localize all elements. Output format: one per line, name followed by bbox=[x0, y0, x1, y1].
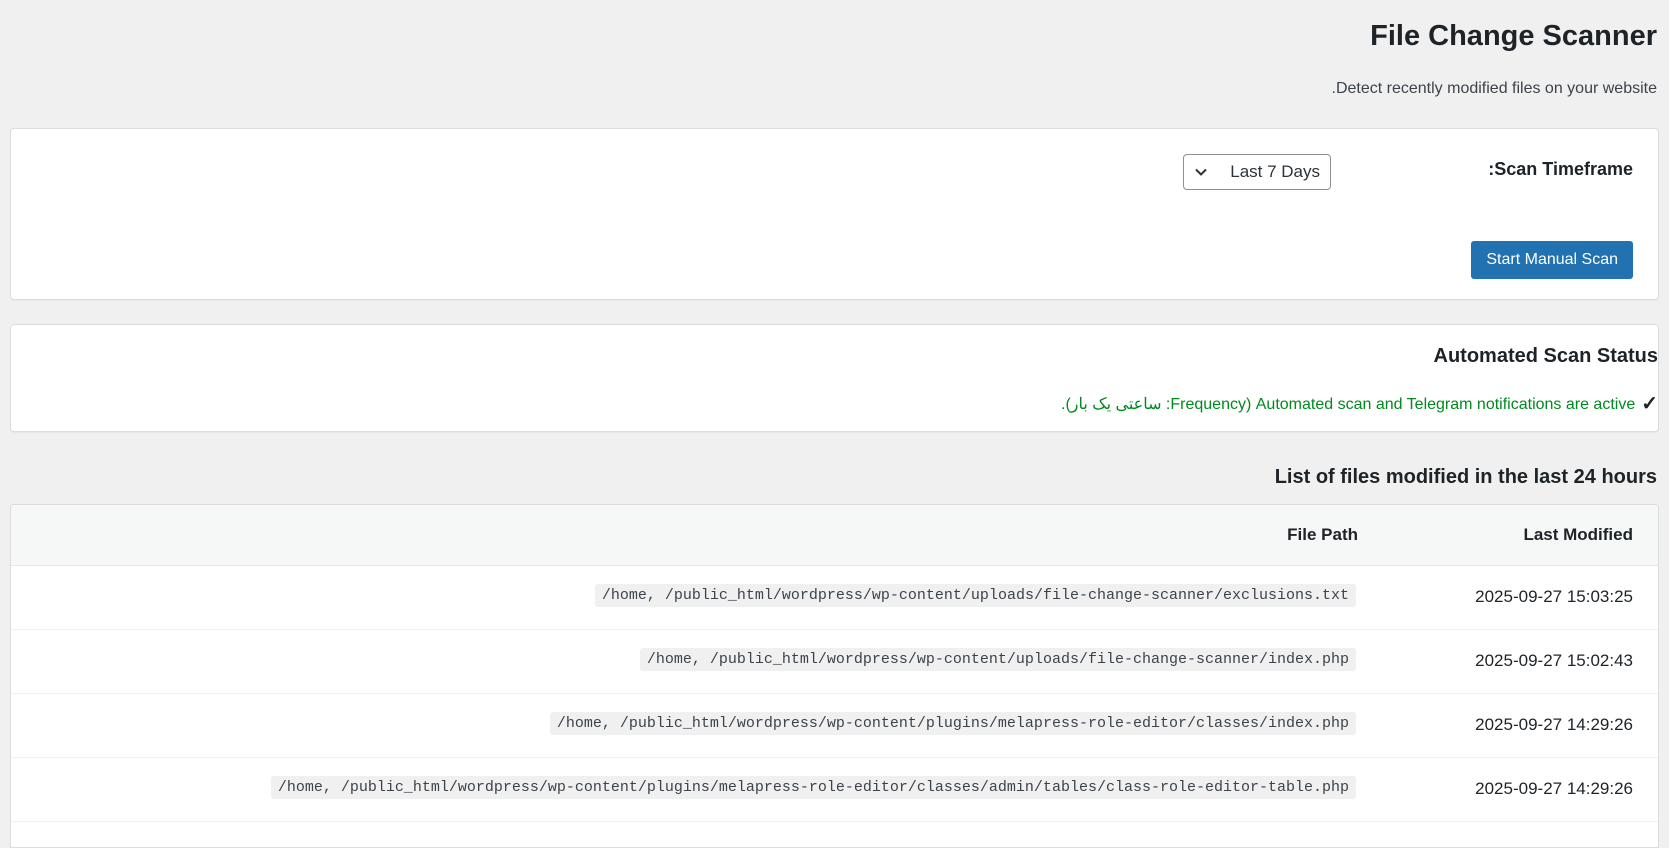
status-message: Automated scan and Telegram notification… bbox=[1061, 395, 1636, 413]
scan-status-card: Automated Scan Status ✓ Automated scan a… bbox=[10, 324, 1659, 432]
row-date: 2025-09-27 14:29:26 bbox=[1475, 715, 1633, 734]
chevron-down-icon bbox=[1194, 165, 1208, 179]
start-manual-scan-button[interactable]: Start Manual Scan bbox=[1471, 241, 1633, 279]
checkmark-icon: ✓ bbox=[1641, 393, 1658, 415]
row-date: 2025-09-27 15:03:25 bbox=[1475, 587, 1633, 606]
table-header: Last Modified File Path bbox=[11, 505, 1658, 566]
modified-files-table: Last Modified File Path 2025-09-27 15:03… bbox=[10, 504, 1659, 848]
column-header-last-modified: Last Modified bbox=[1523, 525, 1633, 544]
page-subtitle: Detect recently modified files on your w… bbox=[1331, 80, 1658, 97]
row-date: 2025-09-27 15:02:43 bbox=[1475, 651, 1633, 670]
status-title: Automated Scan Status bbox=[1433, 345, 1658, 367]
status-message-line: ✓ Automated scan and Telegram notificati… bbox=[1061, 391, 1658, 416]
table-row: 2025-09-27 14:29:26 /home, /public_html/… bbox=[11, 758, 1658, 822]
scan-timeframe-value: Last 7 Days bbox=[1230, 162, 1320, 181]
scan-timeframe-label: Scan Timeframe: bbox=[1488, 159, 1633, 179]
row-date: 2025-09-27 14:29:26 bbox=[1475, 779, 1633, 798]
table-row: 2025-09-27 14:29:26 /home, /public_html/… bbox=[11, 694, 1658, 758]
row-file-path: /home, /public_html/wordpress/wp-content… bbox=[594, 584, 1356, 607]
page-title: File Change Scanner bbox=[1370, 20, 1657, 52]
modified-files-title: List of files modified in the last 24 ho… bbox=[1274, 466, 1657, 488]
row-file-path: /home, /public_html/wordpress/wp-content… bbox=[270, 776, 1356, 799]
column-header-file-path: File Path bbox=[1287, 525, 1358, 544]
row-file-path: /home, /public_html/wordpress/wp-content… bbox=[639, 648, 1356, 671]
row-file-path: /home, /public_html/wordpress/wp-content… bbox=[549, 712, 1356, 735]
table-row: 2025-09-27 15:03:25 /home, /public_html/… bbox=[11, 566, 1658, 630]
scan-settings-card: Scan Timeframe: Last 7 Days Start Manual… bbox=[10, 128, 1659, 300]
scan-timeframe-select[interactable]: Last 7 Days bbox=[1183, 154, 1331, 190]
table-row: 2025-09-27 15:02:43 /home, /public_html/… bbox=[11, 630, 1658, 694]
